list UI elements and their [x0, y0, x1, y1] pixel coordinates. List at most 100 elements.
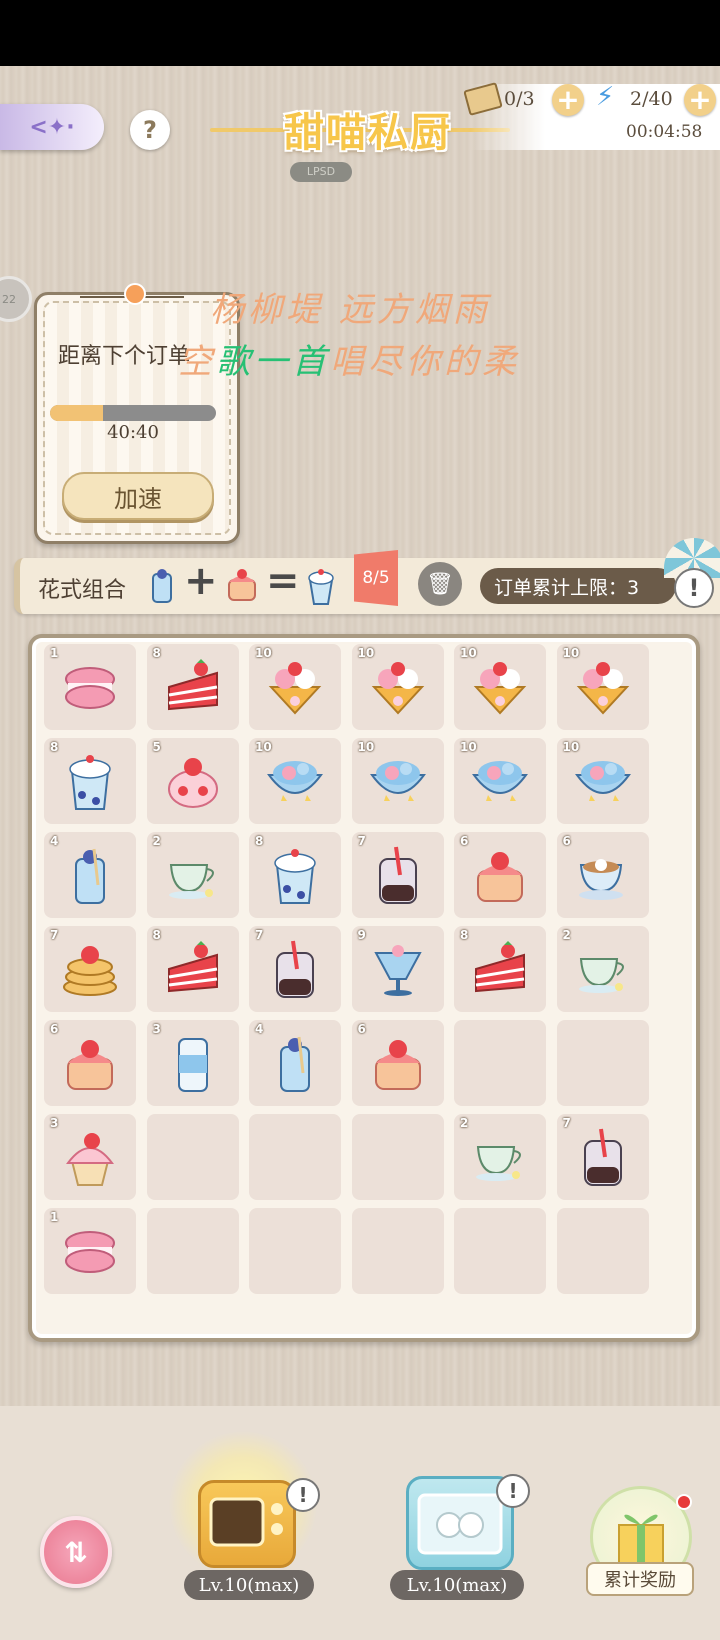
tea-cup-icon[interactable]	[161, 842, 225, 908]
grid-cell[interactable]: 10	[556, 644, 649, 730]
strawberry-cake-icon[interactable]	[366, 1030, 430, 1096]
dish-level-badge: Lv.10(max)	[390, 1570, 524, 1600]
strawberry-cake-icon[interactable]	[468, 842, 532, 908]
grid-cell[interactable]: 2	[556, 926, 649, 1012]
help-button[interactable]: ?	[130, 110, 170, 150]
merge-grid: 1 8 10 10 10 10 8 5 10 10 10 10 4 2 8 7 6 6 7 8 7 9 8 2 6 3 4 6 3 2 7 1	[44, 644, 684, 1324]
grid-cell[interactable]: 3	[44, 1114, 136, 1200]
blueberry-soda-icon[interactable]	[58, 842, 122, 908]
empty-grid-cell[interactable]	[249, 1114, 341, 1200]
speed-up-button[interactable]: 加速	[62, 472, 214, 520]
tea-cup-icon[interactable]	[468, 1124, 532, 1190]
strawberry-cake-icon	[226, 564, 258, 604]
limit-info-button[interactable]: !	[674, 568, 714, 608]
parfait-glass-icon[interactable]	[366, 936, 430, 1002]
energy-countdown: 00:04:58	[626, 122, 703, 142]
empty-grid-cell[interactable]	[146, 1114, 239, 1200]
grid-cell[interactable]: 10	[351, 644, 444, 730]
waffle-sundae-icon[interactable]	[366, 654, 430, 720]
grid-cell[interactable]: 10	[249, 644, 341, 730]
grid-cell[interactable]: 2	[146, 832, 239, 918]
exclamation-icon: !	[688, 574, 700, 602]
grid-cell[interactable]: 4	[249, 1020, 341, 1106]
grid-cell[interactable]: 6	[454, 832, 546, 918]
sort-icon: ⇅	[64, 1535, 88, 1569]
grid-cell[interactable]: 4	[44, 832, 136, 918]
sort-button[interactable]: ⇅	[40, 1516, 112, 1588]
blueberry-soda-icon[interactable]	[263, 1030, 327, 1096]
grid-cell[interactable]: 7	[249, 926, 341, 1012]
empty-grid-cell[interactable]	[249, 1208, 341, 1294]
grid-cell[interactable]: 8	[146, 644, 239, 730]
grid-cell[interactable]: 10	[556, 738, 649, 824]
game-title: 甜喵私厨	[284, 109, 452, 156]
waffle-sundae-icon[interactable]	[571, 654, 635, 720]
empty-grid-cell[interactable]	[454, 1208, 546, 1294]
waffle-sundae-icon[interactable]	[468, 654, 532, 720]
lyric-line-2-highlight: 歌一首	[216, 342, 330, 382]
grid-cell[interactable]: 6	[44, 1020, 136, 1106]
jelly-bowl-icon[interactable]	[571, 748, 635, 814]
title-tag: LPSD	[290, 162, 352, 182]
add-ticket-button[interactable]: +	[552, 84, 584, 116]
empty-grid-cell[interactable]	[351, 1208, 444, 1294]
lyric-line-1: 杨柳堤 远方烟雨	[210, 290, 491, 330]
strawberry-cake-icon[interactable]	[58, 1030, 122, 1096]
grid-cell[interactable]: 8	[249, 832, 341, 918]
grid-cell[interactable]: 3	[146, 1020, 239, 1106]
boba-jar-icon[interactable]	[366, 842, 430, 908]
grid-cell[interactable]: 1	[44, 644, 136, 730]
grid-cell[interactable]: 7	[351, 832, 444, 918]
grid-cell[interactable]: 7	[44, 926, 136, 1012]
empty-grid-cell[interactable]	[556, 1208, 649, 1294]
jelly-bowl-icon[interactable]	[366, 748, 430, 814]
jelly-bowl-icon[interactable]	[263, 748, 327, 814]
frappe-icon[interactable]	[58, 748, 122, 814]
lyric-line-2: 空歌一首唱尽你的柔	[178, 334, 520, 383]
trash-icon: 🗑	[426, 571, 454, 597]
lyric-line-2-prefix: 空	[178, 342, 216, 382]
grid-cell[interactable]: 8	[454, 926, 546, 1012]
cake-slice-icon[interactable]	[161, 654, 225, 720]
latte-art-cup-icon[interactable]	[571, 842, 635, 908]
grid-cell[interactable]: 8	[146, 926, 239, 1012]
order-progress-bar	[50, 405, 216, 421]
tea-cup-icon[interactable]	[571, 936, 635, 1002]
order-limit-text: 订单累计上限：3	[494, 576, 640, 599]
grid-cell[interactable]: 7	[556, 1114, 649, 1200]
grid-cell[interactable]: 10	[454, 644, 546, 730]
grid-cell[interactable]: 8	[44, 738, 136, 824]
grid-cell[interactable]: 2	[454, 1114, 546, 1200]
grid-cell[interactable]: 5	[146, 738, 239, 824]
soda-can-icon[interactable]	[161, 1030, 225, 1096]
frappe-icon[interactable]	[263, 842, 327, 908]
energy-bolt-icon: ⚡	[596, 82, 615, 112]
side-badge-text: 22	[2, 292, 16, 306]
macaron-icon[interactable]	[58, 654, 122, 720]
pancake-stack-icon[interactable]	[58, 936, 122, 1002]
empty-grid-cell[interactable]	[146, 1208, 239, 1294]
grid-cell[interactable]: 6	[351, 1020, 444, 1106]
oven-icon[interactable]	[198, 1480, 296, 1568]
cake-slice-icon[interactable]	[468, 936, 532, 1002]
empty-grid-cell[interactable]	[351, 1114, 444, 1200]
grid-cell[interactable]: 6	[556, 832, 649, 918]
jelly-bowl-icon[interactable]	[468, 748, 532, 814]
empty-grid-cell[interactable]	[454, 1020, 546, 1106]
grid-cell[interactable]: 1	[44, 1208, 136, 1294]
empty-grid-cell[interactable]	[556, 1020, 649, 1106]
grid-cell[interactable]: 10	[351, 738, 444, 824]
cake-slice-icon[interactable]	[161, 936, 225, 1002]
back-button[interactable]: <✦·	[0, 104, 104, 150]
trash-button[interactable]: 🗑	[418, 562, 462, 606]
grid-cell[interactable]: 9	[351, 926, 444, 1012]
macaron-icon[interactable]	[58, 1218, 122, 1284]
grid-cell[interactable]: 10	[454, 738, 546, 824]
waffle-sundae-icon[interactable]	[263, 654, 327, 720]
boba-jar-icon[interactable]	[571, 1124, 635, 1190]
strawberry-mousse-icon[interactable]	[161, 748, 225, 814]
cupcake-icon[interactable]	[58, 1124, 122, 1190]
boba-jar-icon[interactable]	[263, 936, 327, 1002]
grid-cell[interactable]: 10	[249, 738, 341, 824]
add-energy-button[interactable]: +	[684, 84, 716, 116]
